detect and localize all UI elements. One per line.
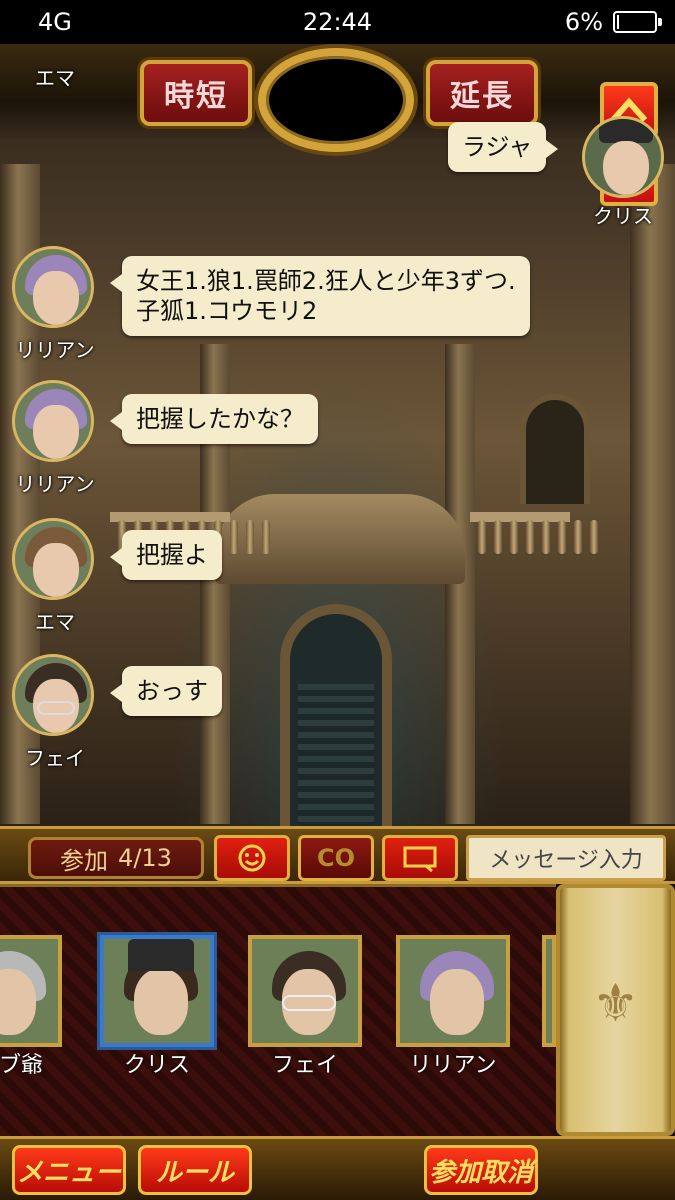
parchment-panel: ⚜ (556, 884, 675, 1136)
chat-bubble-right: ラジャ (448, 122, 559, 172)
cancel-join-button[interactable]: 参加取消 (424, 1145, 538, 1195)
battery-icon (613, 11, 662, 33)
chat-bubble: 把握したかな？ (110, 394, 318, 444)
emoji-button[interactable] (214, 835, 290, 881)
co-button[interactable]: CO (298, 835, 374, 881)
player-card[interactable] (248, 935, 362, 1047)
action-bar: 参加 4/13 CO メッセージ入力 (0, 826, 675, 884)
mansion-hall-background (0, 44, 675, 830)
player-card-selected[interactable] (100, 935, 214, 1047)
sender-name: エマ (35, 610, 75, 634)
game-screen: 4G 22:44 6% 時短 延長 エマ ラジャ クリス リリアン 女王1.狼1… (0, 0, 675, 1200)
extend-time-button[interactable]: 延長 (426, 60, 538, 126)
frame-button[interactable] (382, 835, 458, 881)
avatar-faye (12, 654, 94, 736)
status-bar: 4G 22:44 6% (0, 0, 675, 44)
sender-name: リリアン (15, 472, 95, 496)
avatar-emma (12, 518, 94, 600)
sender-name: リリアン (15, 338, 95, 362)
player-name: クリス (123, 1053, 190, 1078)
player-name: リリアン (409, 1053, 497, 1078)
player-name: ブ爺 (0, 1053, 43, 1078)
player-card-partial[interactable] (542, 935, 556, 1047)
shorten-time-button[interactable]: 時短 (140, 60, 252, 126)
timer-display (258, 48, 414, 152)
chat-line: 把握よ (136, 541, 208, 569)
player-card[interactable] (396, 935, 510, 1047)
chat-line: 女王1.狼1.罠師2.狂人と少年3ずつ. (136, 267, 516, 295)
player-name: フェイ (271, 1053, 338, 1078)
chat-line: おっす (136, 677, 208, 705)
speech-frame-icon (403, 846, 437, 872)
battery-level (617, 15, 619, 29)
player-panel: ブ爺 クリス フェイ リリアン (0, 884, 556, 1136)
player-card[interactable] (0, 935, 62, 1047)
sender-name: フェイ (25, 746, 85, 770)
join-count-badge: 参加 4/13 (28, 837, 204, 879)
menu-button[interactable]: メニュー (12, 1145, 126, 1195)
chat-bubble: 女王1.狼1.罠師2.狂人と少年3ずつ. 子狐1.コウモリ2 (110, 256, 530, 336)
avatar-lillian (12, 246, 94, 328)
fleur-de-lis-icon: ⚜ (592, 974, 639, 1034)
avatar-lillian (12, 380, 94, 462)
chat-bubble: おっす (110, 666, 222, 716)
chat-line: 把握したかな？ (136, 405, 304, 433)
top-partial-sender: エマ (35, 66, 75, 90)
right-sender-name: クリス (593, 204, 653, 228)
chat-bubble: 把握よ (110, 530, 222, 580)
smiley-icon (238, 844, 266, 872)
rules-button[interactable]: ルール (138, 1145, 252, 1195)
join-label: 参加 (60, 846, 109, 875)
battery-percent: 6% (564, 8, 603, 36)
message-input[interactable]: メッセージ入力 (466, 835, 666, 881)
join-count: 4/13 (118, 844, 172, 872)
avatar-chris (582, 116, 664, 198)
bottom-bar: メニュー ルール 参加取消 (0, 1136, 675, 1200)
chat-line: 子狐1.コウモリ2 (136, 297, 318, 325)
